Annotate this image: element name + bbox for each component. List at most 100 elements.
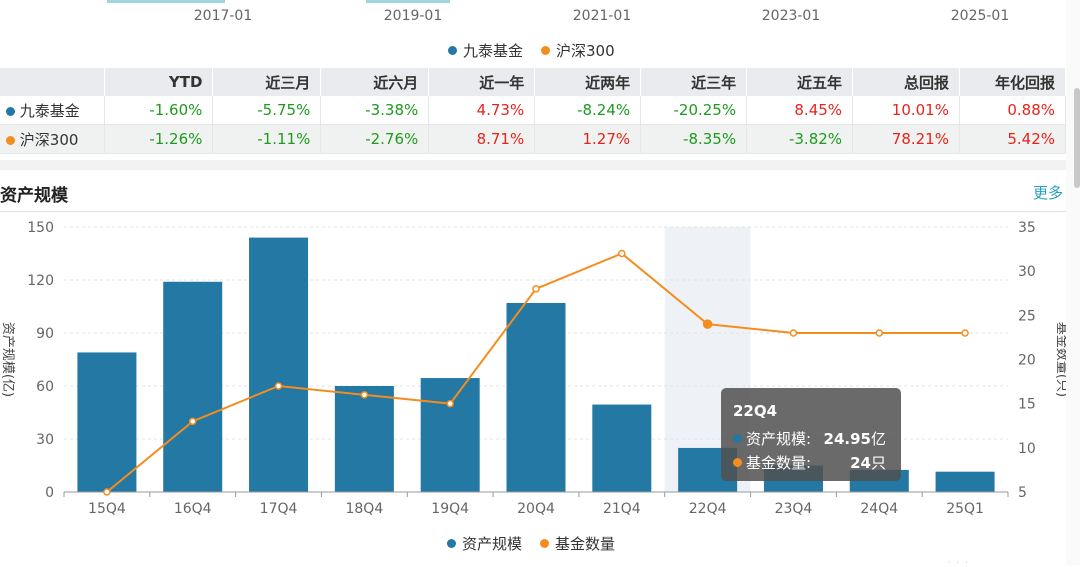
y-tick-label: 150 [27,220,54,236]
table-cell: -1.26% [104,124,214,154]
point-fund-count [360,391,369,399]
legend-item-fund[interactable]: 九泰基金 [448,40,523,61]
table-cell: -5.75% [212,96,322,125]
row-name-cell: 沪深300 [0,124,106,154]
table-header-row: YTD 近三月 近六月 近一年 近两年 近三年 近五年 总回报 年化回报 [0,68,1067,96]
point-fund-count [188,417,197,426]
x-tick-label: 20Q4 [517,501,555,517]
table-cell: -8.24% [534,96,642,125]
point-fund-count [961,329,969,337]
y-tick-label: 60 [36,379,54,395]
y-tick-label: 0 [45,485,54,501]
tooltip-label: 资产规模: [746,430,812,448]
bar-asset-scale [334,386,394,492]
y2-tick-label: 25 [1018,308,1036,324]
table-header: 近一年 [428,68,536,96]
perf-legend: 九泰基金 沪深300 [448,40,615,61]
x-tick-label: 25Q1 [946,501,984,517]
scrollbar-track[interactable] [1066,0,1080,565]
y2-tick-label: 10 [1018,441,1036,457]
tooltip-value: 24.95 [823,430,871,448]
top-axis-tick: 2021-01 [572,8,632,24]
x-tick-label: 15Q4 [88,501,126,517]
legend-dot-icon [448,46,457,55]
legend-dot-icon [447,539,456,548]
table-header: YTD [104,68,214,96]
bar-asset-scale [592,404,652,492]
row-name: 九泰基金 [19,101,80,120]
legend-label: 沪深300 [556,42,615,60]
x-tick-label: 18Q4 [345,501,383,517]
table-header-corner [0,68,106,96]
x-tick-label: 22Q4 [689,501,727,517]
x-tick-label: 24Q4 [860,501,898,517]
y2-axis-label: 基金数量(只) [1054,322,1066,397]
row-name: 沪深300 [19,130,79,149]
table-cell: -3.38% [320,96,430,125]
x-tick-label: 17Q4 [260,501,298,517]
table-cell: -20.25% [640,96,748,125]
top-axis-tick: 2025-01 [950,8,1010,24]
x-tick-label: 21Q4 [603,501,641,517]
point-fund-count [532,285,540,293]
table-cell: -3.82% [746,124,854,154]
point-fund-count [789,329,798,337]
top-axis-tick: 2023-01 [761,8,821,24]
y2-tick-label: 30 [1018,264,1036,280]
point-fund-count [103,488,111,496]
point-fund-count [274,382,283,390]
table-cell: -1.11% [212,124,322,154]
table-cell: 10.01% [852,96,960,125]
scrollbar-thumb[interactable] [1074,88,1080,188]
tooltip-unit: 亿 [870,430,886,448]
tooltip-row-scale: 资产规模: 24.95亿 [733,428,898,449]
table-cell: 78.21% [852,124,960,154]
table-cell: 1.27% [534,124,642,154]
legend-item-count[interactable]: 基金数量 [540,533,615,554]
top-axis-tick: 2017-01 [193,8,253,24]
bar-asset-scale [420,378,480,492]
y-tick-label: 120 [27,273,54,289]
series-dot-icon [6,135,15,145]
y2-tick-label: 15 [1018,397,1036,413]
bar-asset-scale [163,281,223,492]
x-tick-label: 16Q4 [174,501,212,517]
bar-asset-scale [249,237,309,492]
legend-dot-icon [540,539,550,548]
y2-tick-label: 20 [1018,353,1036,369]
asset-scale-chart: 0 30 60 90 120 150 5 10 15 20 25 30 35 资产规模(亿) 基金数量(只)… [0,220,1066,517]
point-fund-count [875,329,884,337]
table-cell: 8.71% [428,124,536,154]
tooltip-unit: 只 [870,454,886,472]
legend-label: 九泰基金 [463,42,524,60]
table-header: 总回报 [852,68,960,96]
more-link[interactable]: 更多 [1033,182,1063,203]
series-dot-icon [6,106,15,116]
row-name-cell: 九泰基金 [0,96,106,125]
legend-item-scale[interactable]: 资产规模 [447,533,522,554]
tooltip-dot-icon [733,458,742,467]
table-row: 沪深300 -1.26% -1.11% -2.76% 8.71% 1.27% -… [0,124,1067,154]
legend-item-index[interactable]: 沪深300 [541,40,615,61]
tooltip-dot-icon [733,434,742,443]
table-header: 近三月 [212,68,322,96]
table-cell: -2.76% [320,124,430,154]
y-tick-label: 90 [36,326,54,342]
top-axis-tick: 2019-01 [383,8,443,24]
table-header: 近六月 [320,68,430,96]
point-fund-count [446,399,454,408]
section-divider [0,160,1066,170]
table-header: 近两年 [534,68,642,96]
watermark-dots: ··· [948,558,974,567]
top-date-axis: 2017-01 2019-01 2021-01 2023-01 2025-01 [0,8,1060,28]
tooltip-value: 24 [850,454,871,472]
chart-legend: 资产规模 基金数量 [447,533,615,554]
y-tick-label: 30 [36,432,54,448]
legend-label: 资产规模 [462,535,523,553]
table-header: 近五年 [746,68,854,96]
performance-table: YTD 近三月 近六月 近一年 近两年 近三年 近五年 总回报 年化回报 九泰基… [0,68,1067,154]
legend-label: 基金数量 [555,535,616,553]
table-cell: -8.35% [640,124,748,154]
x-tick-label: 23Q4 [775,501,813,517]
y2-tick-label: 35 [1018,220,1036,236]
